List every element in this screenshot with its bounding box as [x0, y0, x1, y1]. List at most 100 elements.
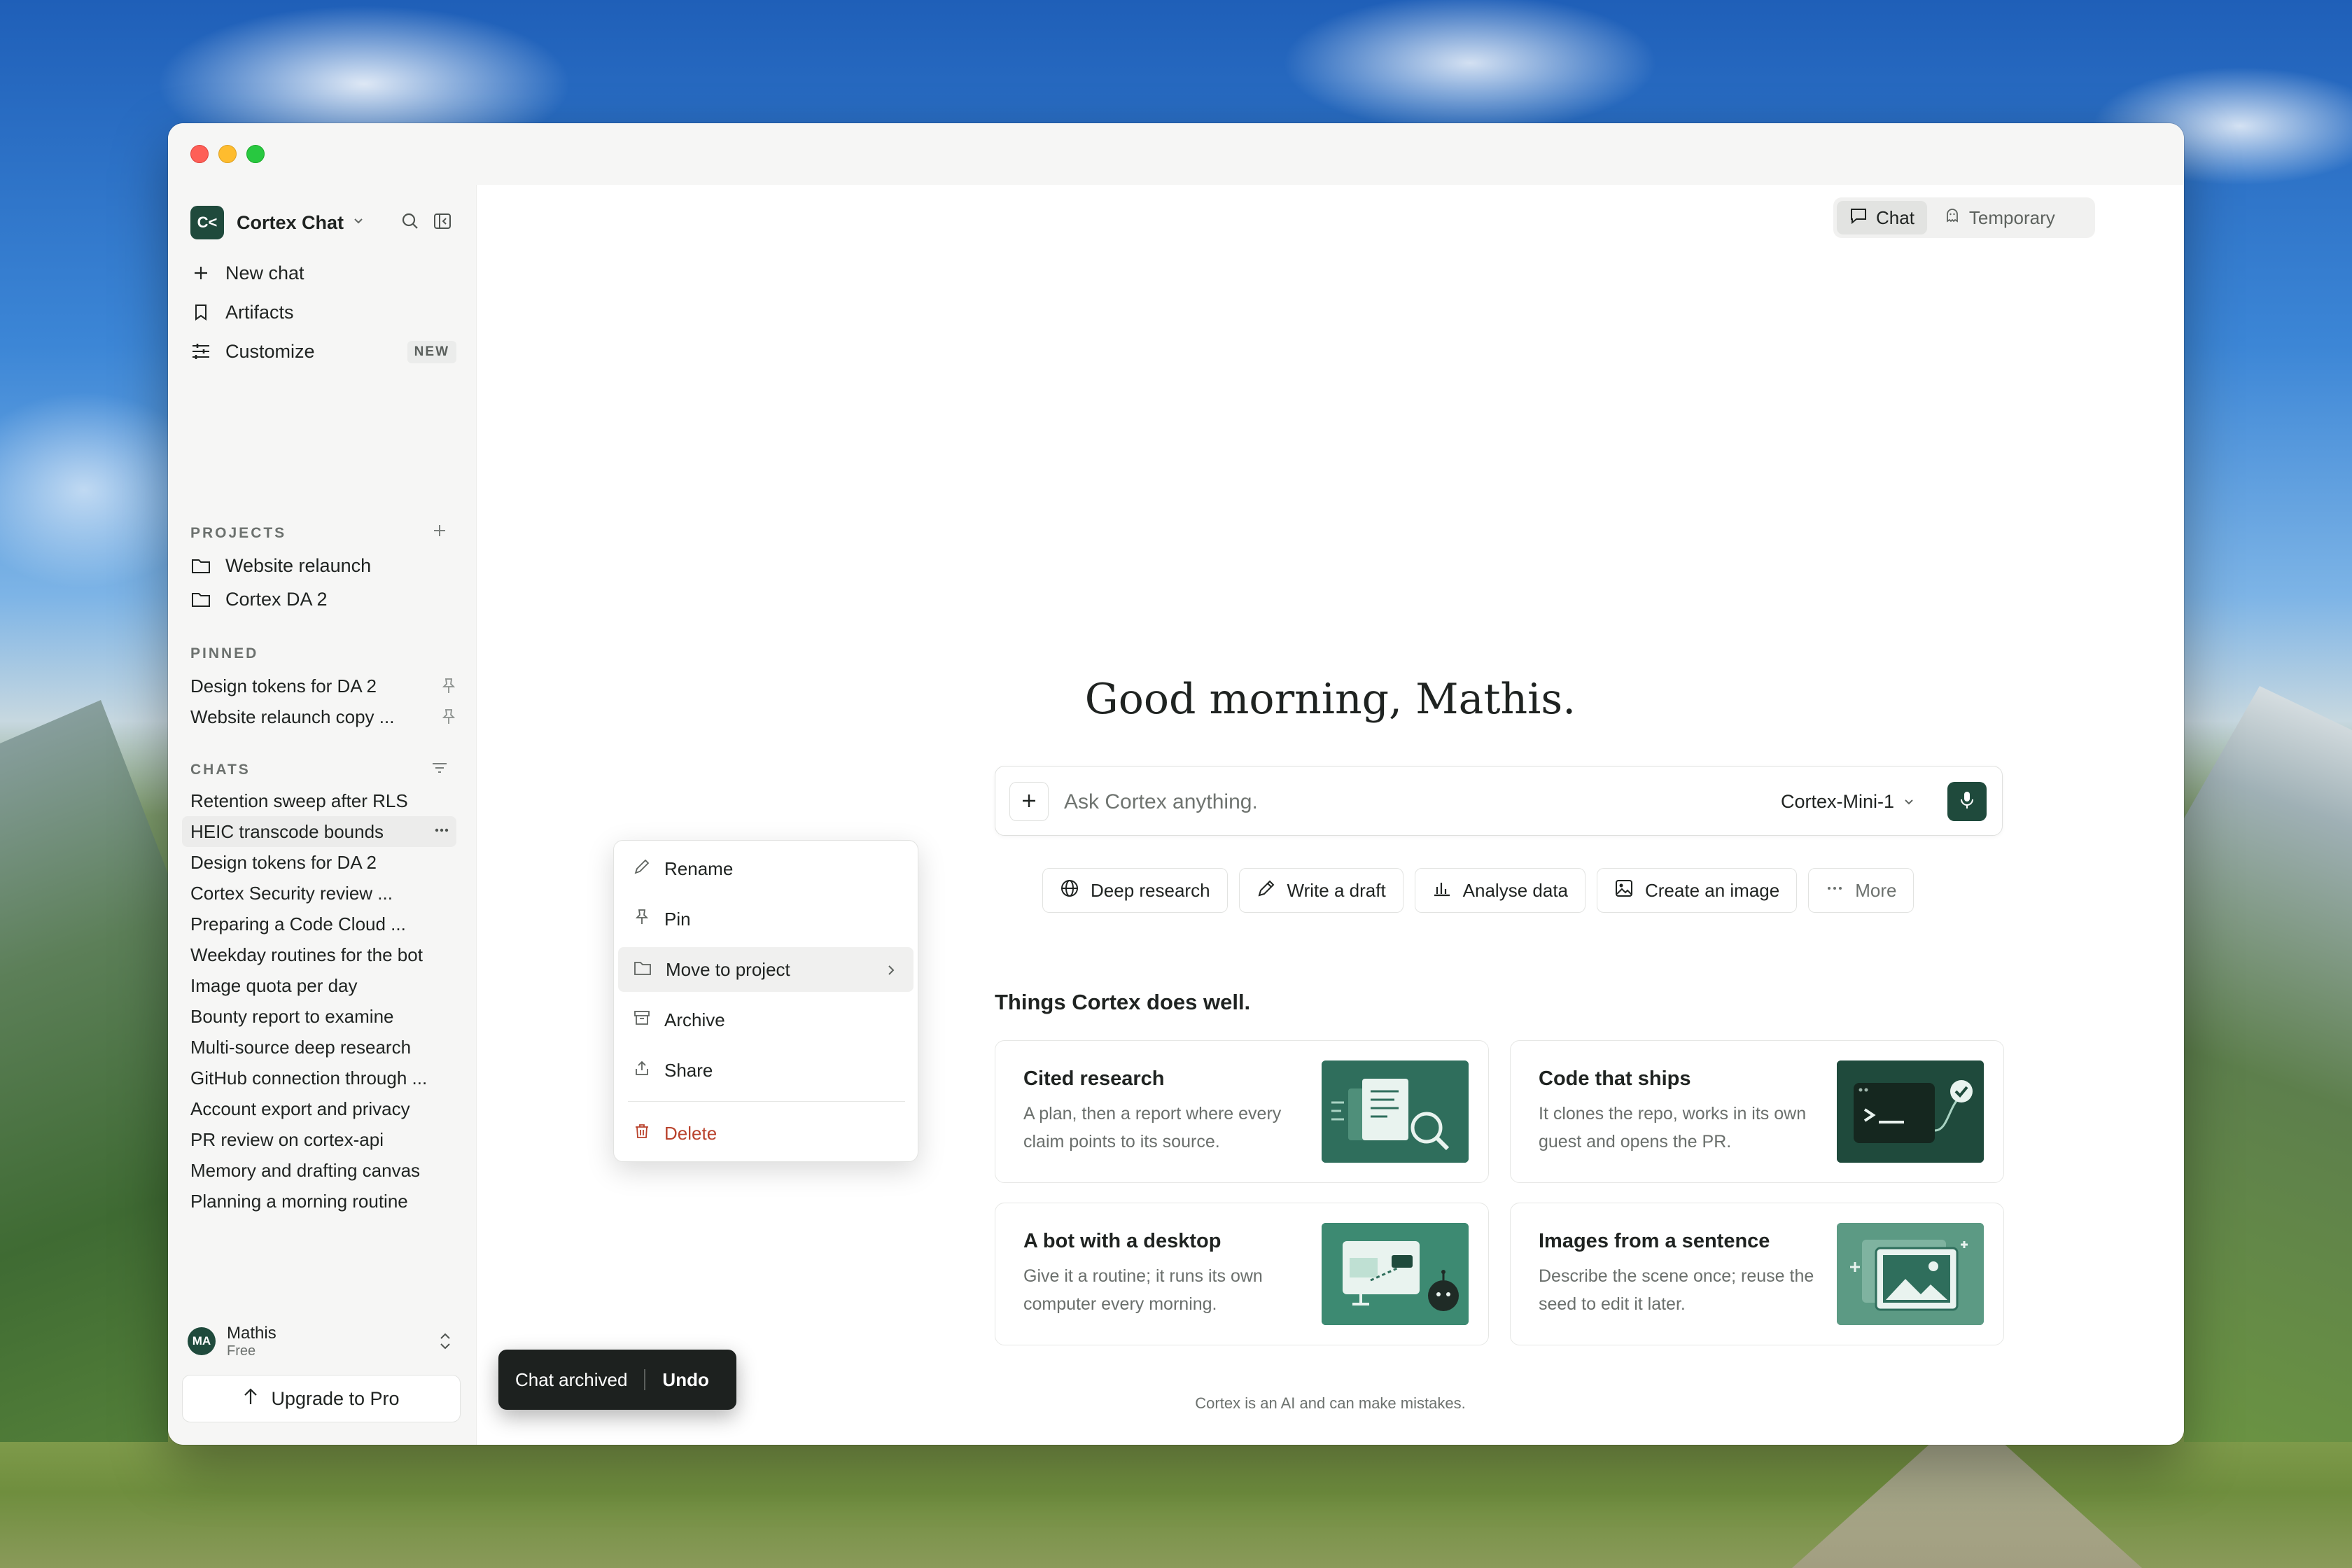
toast-divider — [644, 1369, 646, 1390]
folder-icon — [190, 589, 211, 610]
image-generation-illustration — [1837, 1223, 1984, 1325]
arrow-up-icon — [243, 1387, 258, 1410]
pinned-chat-item[interactable]: Design tokens for DA 2 — [190, 671, 456, 701]
add-project-button[interactable] — [428, 521, 451, 543]
menu-item-label: Delete — [664, 1122, 718, 1144]
feature-card[interactable]: Images from a sentence Describe the scen… — [1510, 1203, 2004, 1345]
code-illustration — [1837, 1060, 1984, 1163]
chat-item[interactable]: Bounty report to examine — [190, 1001, 456, 1032]
chat-item[interactable]: Planning a morning routine — [190, 1186, 456, 1217]
share-menu-item[interactable]: Share — [618, 1048, 913, 1093]
chevron-right-icon — [886, 961, 897, 983]
filter-chats-button[interactable] — [428, 757, 451, 780]
analyse-data-button[interactable]: Analyse data — [1414, 868, 1586, 913]
rename-menu-item[interactable]: Rename — [618, 846, 913, 891]
chat-item[interactable]: Multi-source deep research — [190, 1032, 456, 1063]
menu-item-label: Move to project — [666, 958, 790, 980]
delete-menu-item[interactable]: Delete — [618, 1111, 913, 1156]
pin-icon — [441, 708, 456, 730]
user-name: Mathis — [227, 1323, 276, 1343]
chevron-up-down-icon — [437, 1330, 454, 1356]
archive-icon — [634, 1009, 650, 1031]
user-menu-button[interactable]: MA Mathis Free — [188, 1319, 454, 1364]
chat-item[interactable]: PR review on cortex-api — [190, 1124, 456, 1155]
prompt-input[interactable] — [1063, 786, 1695, 818]
chat-title: Image quota per day — [190, 974, 358, 996]
mode-toggle: Chat Temporary — [1833, 197, 2095, 238]
chat-item[interactable]: Image quota per day — [190, 970, 456, 1001]
folder-icon — [634, 959, 652, 981]
maximize-window-button[interactable] — [246, 145, 265, 163]
user-info: Mathis Free — [227, 1324, 276, 1359]
chat-item-active[interactable]: HEIC transcode bounds — [182, 816, 456, 847]
project-item[interactable]: Cortex DA 2 — [190, 584, 456, 615]
background-mountain-left — [0, 700, 168, 1568]
chat-title: Design tokens for DA 2 — [190, 675, 377, 696]
close-window-button[interactable] — [190, 145, 209, 163]
new-chat-button[interactable]: New chat — [190, 256, 456, 290]
upgrade-button[interactable]: Upgrade to Pro — [182, 1375, 461, 1422]
minimize-window-button[interactable] — [218, 145, 237, 163]
voice-input-button[interactable] — [1947, 782, 1987, 821]
pinned-section-label: PINNED — [190, 645, 259, 662]
collapse-sidebar-button[interactable] — [428, 209, 456, 237]
card-title: Images from a sentence — [1539, 1230, 1770, 1252]
workspace-switcher[interactable]: C< Cortex Chat — [190, 206, 365, 239]
feature-card[interactable]: A bot with a desktop Give it a routine; … — [995, 1203, 1489, 1345]
feature-card[interactable]: Code that ships It clones the repo, work… — [1510, 1040, 2004, 1183]
plus-icon — [1021, 788, 1037, 816]
artifacts-button[interactable]: Artifacts — [190, 295, 456, 329]
research-illustration — [1322, 1060, 1469, 1163]
composer: Cortex-Mini-1 — [995, 766, 2003, 836]
feature-card[interactable]: Cited research A plan, then a report whe… — [995, 1040, 1489, 1183]
model-select[interactable]: Cortex-Mini-1 — [1781, 786, 1915, 817]
chat-item[interactable]: Account export and privacy — [190, 1093, 456, 1124]
undo-button[interactable]: Undo — [662, 1369, 708, 1391]
project-item[interactable]: Website relaunch — [190, 550, 456, 581]
pin-menu-item[interactable]: Pin — [618, 897, 913, 941]
more-actions-button[interactable]: More — [1808, 868, 1914, 913]
sidebar: C< Cortex Chat New chat Artifacts Custom… — [168, 185, 477, 1445]
new-badge: NEW — [407, 341, 456, 363]
chevron-down-icon — [352, 214, 365, 231]
chat-item[interactable]: Weekday routines for the bot — [190, 939, 456, 970]
customize-button[interactable]: Customize NEW — [190, 335, 456, 368]
deep-research-button[interactable]: Deep research — [1042, 868, 1228, 913]
chat-item[interactable]: GitHub connection through ... — [190, 1063, 456, 1093]
search-button[interactable] — [396, 209, 424, 237]
user-plan: Free — [227, 1343, 256, 1359]
attach-button[interactable] — [1009, 782, 1049, 821]
chat-item[interactable]: Preparing a Code Cloud ... — [190, 909, 456, 939]
greeting-heading: Good morning, Mathis. — [1084, 675, 1576, 724]
create-image-button[interactable]: Create an image — [1597, 868, 1798, 913]
temporary-mode-button[interactable]: Temporary — [1931, 201, 2068, 234]
image-icon — [1614, 878, 1634, 903]
chat-item[interactable]: Design tokens for DA 2 — [190, 847, 456, 878]
microphone-icon — [1959, 790, 1975, 813]
pinned-chat-item[interactable]: Website relaunch copy ... — [190, 701, 456, 732]
chat-mode-label: Chat — [1876, 206, 1914, 228]
features-heading: Things Cortex does well. — [995, 990, 1251, 1014]
pin-icon — [441, 678, 456, 699]
write-draft-button[interactable]: Write a draft — [1238, 868, 1404, 913]
chat-item[interactable]: Retention sweep after RLS — [190, 785, 456, 816]
chat-item[interactable]: Memory and drafting canvas — [190, 1155, 456, 1186]
chat-title: Preparing a Code Cloud ... — [190, 913, 406, 934]
bookmark-icon — [190, 302, 211, 323]
archive-menu-item[interactable]: Archive — [618, 997, 913, 1042]
chat-title: Planning a morning routine — [190, 1190, 408, 1212]
chat-title: Memory and drafting canvas — [190, 1159, 421, 1181]
pin-icon — [634, 909, 650, 930]
chats-section-label: CHATS — [190, 762, 251, 778]
project-name: Cortex DA 2 — [225, 588, 328, 610]
move-to-project-menu-item[interactable]: Move to project — [618, 947, 913, 992]
chat-title: PR review on cortex-api — [190, 1128, 384, 1150]
chat-context-menu: Rename Pin Move to project Archive Share… — [613, 840, 918, 1162]
card-title: A bot with a desktop — [1023, 1230, 1222, 1252]
chat-item[interactable]: Cortex Security review ... — [190, 878, 456, 909]
chat-mode-button[interactable]: Chat — [1837, 201, 1927, 234]
brand-name: Cortex Chat — [237, 211, 344, 233]
ellipsis-icon — [1826, 879, 1844, 902]
temporary-mode-label: Temporary — [1968, 206, 2055, 228]
chat-options-button[interactable] — [433, 820, 451, 844]
